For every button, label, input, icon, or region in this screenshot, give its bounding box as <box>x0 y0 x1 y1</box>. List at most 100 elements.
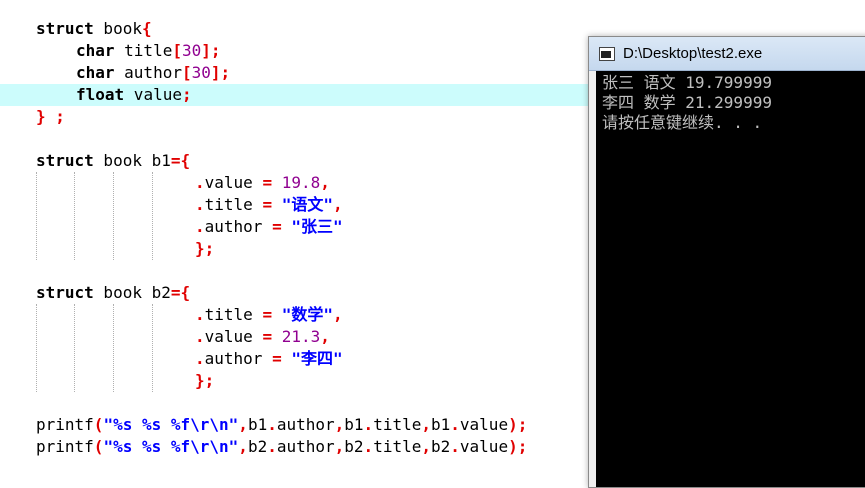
code-line-printf-b2[interactable]: printf("%s %s %f\r\n",b2.author,b2.title… <box>36 436 527 458</box>
operator: ={ <box>170 151 191 170</box>
operator: , <box>238 415 248 434</box>
code-line-b2-title[interactable]: .title = "数学", <box>195 304 343 326</box>
operator: , <box>333 195 343 214</box>
operator: = <box>262 349 292 368</box>
code-line-b2-decl[interactable]: struct book b2={ <box>36 282 190 304</box>
function-name: printf <box>36 437 94 456</box>
operator: . <box>195 327 205 346</box>
indent-guide <box>74 304 75 392</box>
identifier: b2 <box>247 437 268 456</box>
member: value <box>204 173 253 192</box>
string-literal: "%s %s %f\r\n" <box>103 437 239 456</box>
operator: }; <box>195 371 215 390</box>
operator: }; <box>195 239 215 258</box>
operator: , <box>333 305 343 324</box>
operator: , <box>334 437 345 456</box>
operator: , <box>320 327 330 346</box>
operator: ]; <box>210 63 231 82</box>
function-name: printf <box>36 415 94 434</box>
operator: , <box>421 415 431 434</box>
operator: . <box>267 437 277 456</box>
operator: ); <box>508 437 528 456</box>
member: title <box>373 415 422 434</box>
number-literal: 30 <box>191 63 211 82</box>
keyword: char <box>76 41 115 60</box>
code-line-b1-title[interactable]: .title = "语文", <box>195 194 343 216</box>
console-output-line: 李四 数学 21.299999 <box>602 93 772 112</box>
string-literal: "语文" <box>281 195 333 214</box>
string-literal: "%s %s %f\r\n" <box>103 415 239 434</box>
operator: ={ <box>170 283 191 302</box>
code-line-author-field[interactable]: char author[30]; <box>76 62 230 84</box>
operator: . <box>195 195 205 214</box>
identifier: b2 <box>431 437 451 456</box>
operator: [ <box>172 41 182 60</box>
code-line-b2-value[interactable]: .value = 21.3, <box>195 326 330 348</box>
code-line-b1-value[interactable]: .value = 19.8, <box>195 172 330 194</box>
console-screen[interactable]: 张三 语文 19.799999 李四 数学 21.299999 请按任意键继续.… <box>596 71 865 487</box>
member: value <box>204 327 253 346</box>
operator: . <box>267 415 277 434</box>
keyword: struct <box>36 151 94 170</box>
code-line-struct-close[interactable]: } ; <box>36 106 65 128</box>
identifier: book <box>93 19 142 38</box>
operator: [ <box>181 63 192 82</box>
identifier: b1 <box>247 415 268 434</box>
indent-guide <box>74 172 75 260</box>
operator: . <box>363 415 374 434</box>
code-line-title-field[interactable]: char title[30]; <box>76 40 221 62</box>
member: title <box>204 305 253 324</box>
console-titlebar[interactable]: D:\Desktop\test2.exe <box>589 37 865 71</box>
operator: ( <box>93 437 104 456</box>
member: author <box>204 217 263 236</box>
operator: , <box>238 437 248 456</box>
identifier: author <box>114 63 182 82</box>
code-line-b1-close[interactable]: }; <box>195 238 214 260</box>
operator: , <box>320 173 330 192</box>
indent-guide <box>113 304 114 392</box>
member: title <box>204 195 253 214</box>
console-title: D:\Desktop\test2.exe <box>623 45 763 62</box>
identifier: b1 <box>344 415 364 434</box>
operator: . <box>363 437 374 456</box>
indent-guide <box>113 172 114 260</box>
keyword: struct <box>36 283 94 302</box>
member: title <box>373 437 422 456</box>
code-line-value-field[interactable]: float value; <box>76 84 192 106</box>
console-app-icon[interactable] <box>599 47 615 61</box>
indent-guide <box>152 172 153 260</box>
string-literal: "李四" <box>291 349 343 368</box>
console-window[interactable]: D:\Desktop\test2.exe 张三 语文 19.799999 李四 … <box>588 36 865 488</box>
code-line-printf-b1[interactable]: printf("%s %s %f\r\n",b1.author,b1.title… <box>36 414 527 436</box>
number-literal: 19.8 <box>281 173 321 192</box>
code-line-b1-decl[interactable]: struct book b1={ <box>36 150 190 172</box>
code-line-b2-close[interactable]: }; <box>195 370 214 392</box>
code-line-b2-author[interactable]: .author = "李四" <box>195 348 343 370</box>
operator: = <box>252 195 282 214</box>
keyword: float <box>76 85 125 104</box>
operator: . <box>450 415 460 434</box>
indent-guide <box>36 304 37 392</box>
identifier: book b2 <box>93 283 171 302</box>
operator: ( <box>93 415 104 434</box>
identifier: b2 <box>344 437 364 456</box>
member: author <box>204 349 263 368</box>
code-line-b1-author[interactable]: .author = "张三" <box>195 216 343 238</box>
operator: . <box>195 305 205 324</box>
operator: ; <box>181 85 192 104</box>
operator: = <box>252 327 282 346</box>
code-line-struct-book[interactable]: struct book{ <box>36 18 152 40</box>
member: value <box>459 437 509 456</box>
member: value <box>459 415 509 434</box>
member: author <box>276 415 335 434</box>
operator: , <box>421 437 431 456</box>
identifier: b1 <box>431 415 451 434</box>
operator: . <box>195 349 205 368</box>
console-output-line: 张三 语文 19.799999 <box>602 73 772 92</box>
operator: ); <box>508 415 528 434</box>
operator: . <box>195 173 205 192</box>
string-literal: "张三" <box>291 217 343 236</box>
member: author <box>276 437 335 456</box>
keyword: struct <box>36 19 94 38</box>
operator: { <box>141 19 152 38</box>
